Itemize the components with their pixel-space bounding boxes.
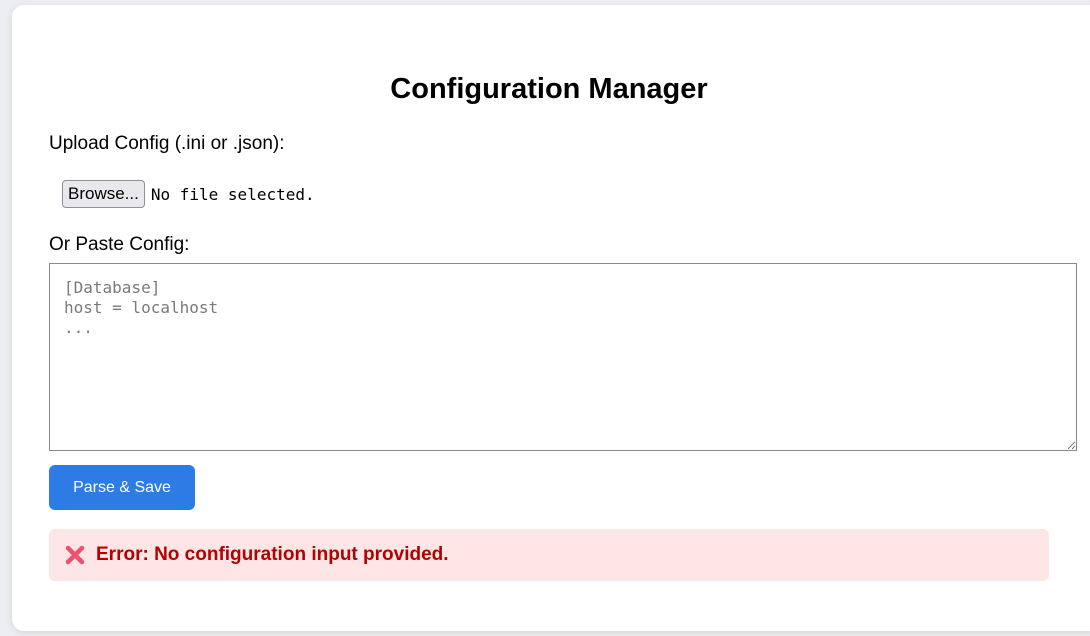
page-title: Configuration Manager bbox=[390, 73, 708, 105]
parse-save-button[interactable]: Parse & Save bbox=[49, 465, 195, 510]
config-textarea[interactable] bbox=[49, 263, 1077, 451]
cross-mark-icon bbox=[64, 544, 86, 566]
config-card: Configuration Manager Upload Config (.in… bbox=[12, 5, 1090, 631]
file-status-text: No file selected. bbox=[150, 184, 315, 204]
file-input[interactable]: Browse... No file selected. bbox=[62, 180, 315, 208]
paste-label: Or Paste Config: bbox=[49, 234, 190, 255]
browse-button[interactable]: Browse... bbox=[62, 180, 145, 208]
error-message-text: Error: No configuration input provided. bbox=[96, 544, 449, 565]
error-message-box: Error: No configuration input provided. bbox=[49, 529, 1049, 581]
upload-label: Upload Config (.ini or .json): bbox=[49, 133, 285, 154]
